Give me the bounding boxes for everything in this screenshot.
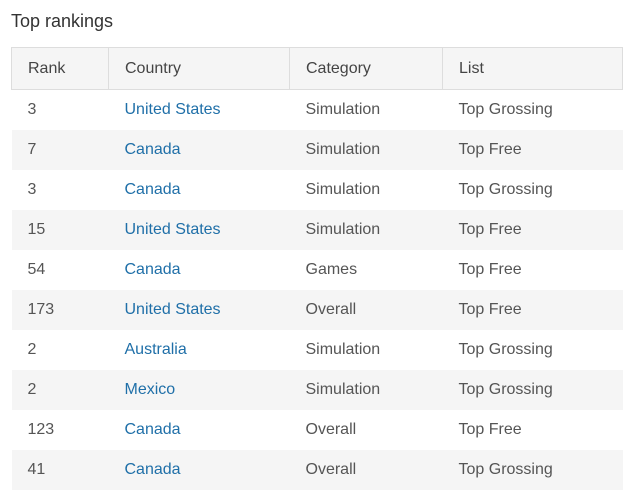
country-cell: United States	[108, 289, 290, 330]
rank-cell: 54	[11, 249, 109, 290]
table-row: 123 Canada Overall Top Free	[11, 409, 623, 450]
list-cell: Top Free	[442, 209, 623, 250]
table-row: 15 United States Simulation Top Free	[11, 209, 623, 250]
table-row: 3 Canada Simulation Top Grossing	[11, 169, 623, 210]
table-row: 2 Australia Simulation Top Grossing	[11, 329, 623, 370]
column-header-category: Category	[289, 47, 443, 90]
page-title: Top rankings	[11, 11, 114, 31]
country-cell: Canada	[108, 129, 290, 170]
table-row: 173 United States Overall Top Free	[11, 289, 623, 330]
country-link[interactable]: Australia	[125, 341, 187, 358]
list-cell: Top Free	[442, 289, 623, 330]
country-cell: United States	[108, 89, 290, 130]
category-cell: Simulation	[289, 129, 443, 170]
rank-cell: 41	[11, 449, 109, 490]
country-cell: Canada	[108, 409, 290, 450]
column-header-list: List	[442, 47, 623, 90]
rank-cell: 15	[11, 209, 109, 250]
list-cell: Top Grossing	[442, 449, 623, 490]
category-cell: Simulation	[289, 209, 443, 250]
list-cell: Top Free	[442, 409, 623, 450]
category-cell: Simulation	[289, 169, 443, 210]
country-cell: Canada	[108, 449, 290, 490]
table-row: 3 United States Simulation Top Grossing	[11, 89, 623, 130]
country-link[interactable]: United States	[125, 301, 221, 318]
country-link[interactable]: Canada	[125, 461, 181, 478]
list-cell: Top Grossing	[442, 329, 623, 370]
table-row: 41 Canada Overall Top Grossing	[11, 449, 623, 490]
rank-cell: 123	[11, 409, 109, 450]
category-cell: Games	[289, 249, 443, 290]
rank-cell: 2	[11, 329, 109, 370]
table-header-row: Rank Country Category List	[11, 47, 623, 90]
category-cell: Simulation	[289, 369, 443, 410]
category-cell: Overall	[289, 409, 443, 450]
country-cell: Australia	[108, 329, 290, 370]
column-header-country: Country	[108, 47, 290, 90]
rank-cell: 3	[11, 89, 109, 130]
country-link[interactable]: Canada	[125, 141, 181, 158]
country-link[interactable]: Canada	[125, 181, 181, 198]
list-cell: Top Grossing	[442, 169, 623, 210]
list-cell: Top Grossing	[442, 369, 623, 410]
category-cell: Overall	[289, 289, 443, 330]
country-cell: Canada	[108, 249, 290, 290]
list-cell: Top Free	[442, 249, 623, 290]
country-link[interactable]: Canada	[125, 421, 181, 438]
category-cell: Simulation	[289, 329, 443, 370]
country-link[interactable]: United States	[125, 221, 221, 238]
list-cell: Top Free	[442, 129, 623, 170]
table-row: 54 Canada Games Top Free	[11, 249, 623, 290]
country-cell: Canada	[108, 169, 290, 210]
table-row: 7 Canada Simulation Top Free	[11, 129, 623, 170]
country-link[interactable]: Canada	[125, 261, 181, 278]
column-header-rank: Rank	[11, 47, 109, 90]
country-cell: Mexico	[108, 369, 290, 410]
list-cell: Top Grossing	[442, 89, 623, 130]
category-cell: Overall	[289, 449, 443, 490]
country-link[interactable]: Mexico	[125, 381, 176, 398]
rank-cell: 7	[11, 129, 109, 170]
rank-cell: 2	[11, 369, 109, 410]
category-cell: Simulation	[289, 89, 443, 130]
table-row: 2 Mexico Simulation Top Grossing	[11, 369, 623, 410]
rank-cell: 3	[11, 169, 109, 210]
rankings-table: Rank Country Category List 3 United Stat…	[11, 47, 623, 490]
rank-cell: 173	[11, 289, 109, 330]
country-cell: United States	[108, 209, 290, 250]
country-link[interactable]: United States	[125, 101, 221, 118]
